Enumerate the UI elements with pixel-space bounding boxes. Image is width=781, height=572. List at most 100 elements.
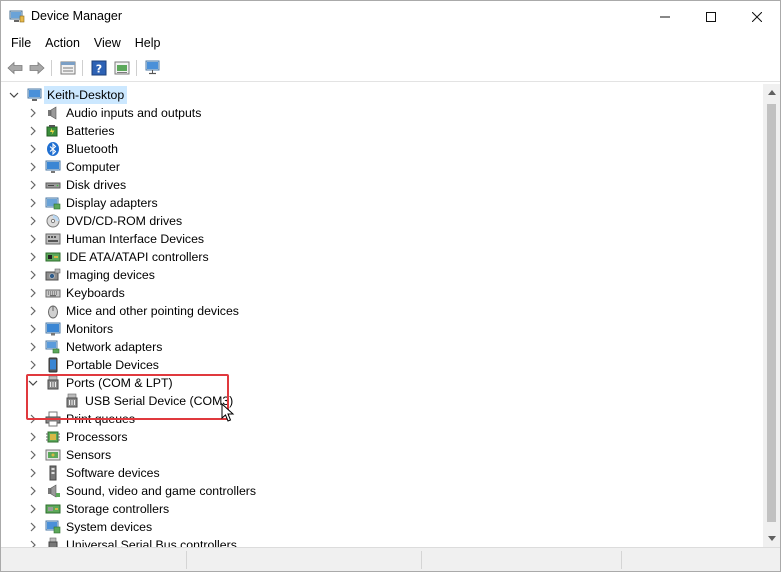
tree-expander[interactable] <box>9 90 19 100</box>
svg-text:?: ? <box>96 63 102 76</box>
device-manager-app-icon <box>9 10 25 23</box>
tree-category[interactable]: Disk drives <box>3 176 763 194</box>
tree-category[interactable]: Portable Devices <box>3 356 763 374</box>
scrollbar-thumb[interactable] <box>767 104 776 522</box>
tree-expander[interactable] <box>28 270 38 280</box>
device-icon <box>45 537 61 547</box>
menu-action[interactable]: Action <box>38 32 87 54</box>
maximize-button[interactable] <box>688 1 734 32</box>
tree-expander[interactable] <box>28 252 38 262</box>
tree-category[interactable]: Bluetooth <box>3 140 763 158</box>
chevron-right-icon <box>30 522 36 532</box>
tree-category[interactable]: Batteries <box>3 122 763 140</box>
device-icon <box>45 321 61 337</box>
chevron-right-icon <box>30 450 36 460</box>
tree-expander[interactable] <box>28 504 38 514</box>
tree-category[interactable]: Network adapters <box>3 338 763 356</box>
tree-expander[interactable] <box>28 342 38 352</box>
chevron-right-icon <box>30 540 36 547</box>
help-button[interactable]: ? <box>89 58 109 78</box>
tree-category[interactable]: Keyboards <box>3 284 763 302</box>
tree-category[interactable]: Processors <box>3 428 763 446</box>
scroll-down-button[interactable] <box>763 530 780 547</box>
tree-expander[interactable] <box>28 216 38 226</box>
chevron-right-icon <box>30 306 36 316</box>
system-device-icon <box>45 520 61 534</box>
tree-expander[interactable] <box>28 306 38 316</box>
tree-expander[interactable] <box>28 198 38 208</box>
chevron-right-icon <box>30 144 36 154</box>
scan-hardware-button[interactable] <box>143 58 163 78</box>
menu-help[interactable]: Help <box>128 32 168 54</box>
tree-expander[interactable] <box>28 360 38 370</box>
battery-icon <box>46 125 58 137</box>
tree-item-label: Audio inputs and outputs <box>66 106 202 120</box>
tree-category[interactable]: Storage controllers <box>3 500 763 518</box>
tree-category[interactable]: Sensors <box>3 446 763 464</box>
chevron-right-icon <box>30 270 36 280</box>
device-icon <box>45 501 61 517</box>
portable-device-icon <box>48 357 58 373</box>
tree-category[interactable]: Imaging devices <box>3 266 763 284</box>
toolbar-separator <box>82 60 83 76</box>
tree-expander[interactable] <box>28 432 38 442</box>
minimize-button[interactable] <box>642 1 688 32</box>
menu-file[interactable]: File <box>1 32 38 54</box>
menu-view[interactable]: View <box>87 32 128 54</box>
tree-item-label: Display adapters <box>66 196 158 210</box>
scroll-up-button[interactable] <box>763 84 780 101</box>
chevron-right-icon <box>30 324 36 334</box>
tree-expander[interactable] <box>28 522 38 532</box>
window-title: Device Manager <box>31 9 123 23</box>
toolbar-separator <box>51 60 52 76</box>
ide-controller-icon <box>45 252 61 262</box>
tree-category[interactable]: IDE ATA/ATAPI controllers <box>3 248 763 266</box>
tree-category[interactable]: Monitors <box>3 320 763 338</box>
update-driver-button[interactable] <box>112 58 132 78</box>
tree-category[interactable]: Universal Serial Bus controllers <box>3 536 763 547</box>
tree-item-label: Universal Serial Bus controllers <box>66 538 237 547</box>
vertical-scrollbar[interactable] <box>763 84 780 547</box>
tree-expander[interactable] <box>28 108 38 118</box>
chevron-right-icon <box>30 342 36 352</box>
tree-category[interactable]: Computer <box>3 158 763 176</box>
chevron-down-icon <box>9 92 19 98</box>
scan-hardware-icon <box>145 60 160 75</box>
tree-expander[interactable] <box>28 126 38 136</box>
close-button[interactable] <box>734 1 780 32</box>
tree-category[interactable]: Human Interface Devices <box>3 230 763 248</box>
title-bar[interactable]: Device Manager <box>1 1 780 32</box>
tree-expander[interactable] <box>28 180 38 190</box>
device-icon <box>45 465 61 481</box>
tree-expander[interactable] <box>28 468 38 478</box>
processor-icon <box>46 431 60 443</box>
back-button[interactable] <box>5 58 25 78</box>
tree-expander[interactable] <box>28 540 38 547</box>
device-tree[interactable]: Keith-Desktop Audio inputs and outputs Bat… <box>3 84 763 547</box>
tree-expander[interactable] <box>28 486 38 496</box>
device-icon <box>45 447 61 463</box>
chevron-right-icon <box>30 432 36 442</box>
menu-bar: File Action View Help <box>1 32 780 54</box>
properties-button[interactable] <box>58 58 78 78</box>
tree-expander[interactable] <box>28 450 38 460</box>
tree-category[interactable]: Sound, video and game controllers <box>3 482 763 500</box>
tree-root[interactable]: Keith-Desktop <box>3 86 763 104</box>
chevron-up-icon <box>767 90 776 95</box>
tree-category[interactable]: System devices <box>3 518 763 536</box>
tree-category[interactable]: Mice and other pointing devices <box>3 302 763 320</box>
device-icon <box>45 195 61 211</box>
forward-button[interactable] <box>27 58 47 78</box>
tree-expander[interactable] <box>28 144 38 154</box>
tree-expander[interactable] <box>28 162 38 172</box>
minimize-icon <box>660 16 670 17</box>
tree-expander[interactable] <box>28 288 38 298</box>
tree-category[interactable]: Display adapters <box>3 194 763 212</box>
tree-category[interactable]: Software devices <box>3 464 763 482</box>
tree-expander[interactable] <box>28 234 38 244</box>
device-icon <box>45 141 61 157</box>
chevron-right-icon <box>30 288 36 298</box>
tree-expander[interactable] <box>28 324 38 334</box>
tree-category[interactable]: Audio inputs and outputs <box>3 104 763 122</box>
tree-category[interactable]: DVD/CD-ROM drives <box>3 212 763 230</box>
